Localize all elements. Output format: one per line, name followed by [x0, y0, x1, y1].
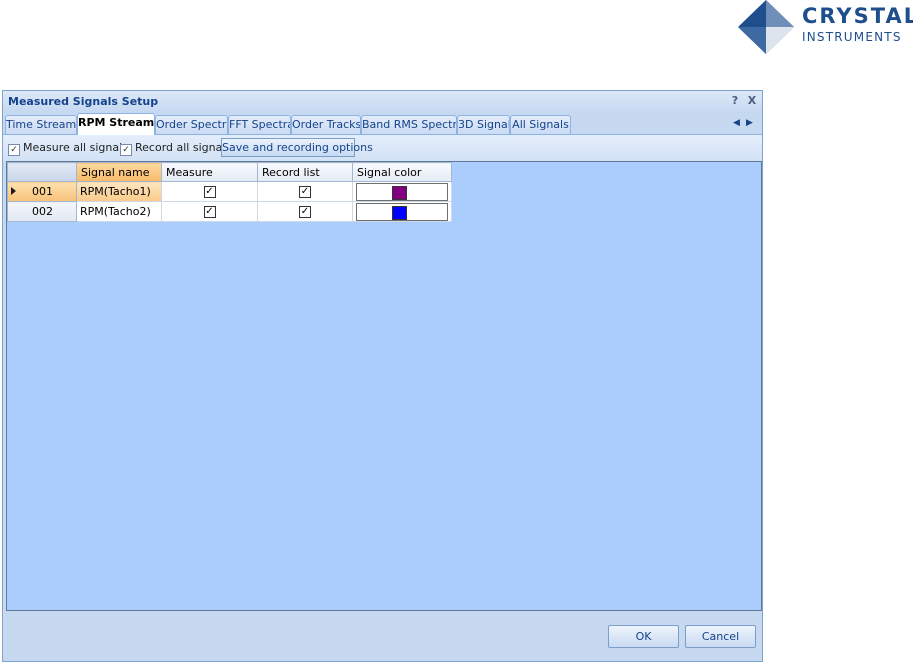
record-checkbox[interactable]: ✓	[299, 205, 311, 218]
tab-order-spectra[interactable]: Order Spectra	[155, 115, 228, 134]
row-index: 002	[32, 205, 53, 218]
record-checkbox[interactable]: ✓	[299, 185, 311, 198]
measure-cell[interactable]: ✓	[161, 201, 258, 222]
table-header-row: Signal name Measure Record list Signal c…	[7, 162, 452, 182]
tab-scroll-left-icon[interactable]: ◀	[733, 118, 740, 128]
row-header[interactable]: 002	[7, 201, 77, 222]
column-header-signal-name[interactable]: Signal name	[76, 162, 162, 182]
measure-all-check-icon[interactable]: ✓	[8, 144, 20, 156]
measure-checkbox[interactable]: ✓	[203, 185, 216, 198]
signal-color-cell[interactable]	[352, 181, 452, 202]
measure-all-label: Measure all signals	[23, 141, 128, 154]
table-row[interactable]: 002 RPM(Tacho2) ✓ ✓	[7, 201, 452, 222]
tab-strip: Time Streams RPM Streams Order Spectra F…	[3, 113, 762, 135]
record-all-check-icon[interactable]: ✓	[120, 144, 132, 156]
tab-time-streams[interactable]: Time Streams	[5, 115, 77, 134]
tab-scroll-right-icon[interactable]: ▶	[746, 118, 753, 128]
logo-text-line1: CRYSTAL	[802, 4, 913, 28]
color-picker-button[interactable]	[356, 182, 448, 201]
measured-signals-dialog: Measured Signals Setup ? X Time Streams …	[2, 90, 763, 662]
tab-all-signals[interactable]: All Signals	[510, 115, 571, 134]
logo-diamond-icon	[738, 0, 794, 54]
signals-toolbar: ✓ Measure all signals ✓ Record all signals…	[3, 134, 762, 161]
tab-rpm-streams[interactable]: RPM Streams	[77, 113, 155, 135]
color-swatch	[392, 185, 407, 200]
help-button[interactable]: ?	[728, 94, 742, 108]
row-index: 001	[32, 185, 53, 198]
column-header-record-list[interactable]: Record list	[257, 162, 353, 182]
table-row[interactable]: 001 RPM(Tacho1) ✓ ✓	[7, 181, 452, 202]
dialog-title: Measured Signals Setup	[8, 95, 159, 108]
signals-grid: Signal name Measure Record list Signal c…	[6, 161, 762, 611]
signal-name-cell[interactable]: RPM(Tacho2)	[76, 201, 162, 222]
ok-button[interactable]: OK	[608, 625, 679, 648]
signal-name-cell[interactable]: RPM(Tacho1)	[76, 181, 162, 202]
logo-text-line2: INSTRUMENTS	[802, 30, 902, 44]
color-picker-button[interactable]	[356, 202, 448, 221]
color-swatch	[392, 205, 407, 220]
page: CRYSTAL INSTRUMENTS Measured Signals Set…	[0, 0, 913, 664]
save-recording-options-button[interactable]: Save and recording options	[221, 138, 373, 157]
grid-corner-header[interactable]	[7, 162, 77, 182]
record-all-label: Record all signals	[135, 141, 232, 154]
tab-order-tracks[interactable]: Order Tracks	[291, 115, 361, 134]
signals-table: Signal name Measure Record list Signal c…	[7, 162, 452, 222]
signal-color-cell[interactable]	[352, 201, 452, 222]
record-all-checkbox[interactable]: ✓ Record all signals	[120, 141, 231, 156]
record-cell[interactable]: ✓	[257, 201, 353, 222]
column-header-signal-color[interactable]: Signal color	[352, 162, 452, 182]
measure-cell[interactable]: ✓	[161, 181, 258, 202]
column-header-measure[interactable]: Measure	[161, 162, 258, 182]
crystal-instruments-logo: CRYSTAL INSTRUMENTS	[738, 0, 913, 54]
record-cell[interactable]: ✓	[257, 181, 353, 202]
measure-all-checkbox[interactable]: ✓ Measure all signals	[8, 141, 128, 156]
dialog-titlebar[interactable]: Measured Signals Setup ? X	[3, 91, 762, 113]
close-button[interactable]: X	[745, 94, 759, 108]
cancel-button[interactable]: Cancel	[685, 625, 756, 648]
measure-checkbox[interactable]: ✓	[203, 205, 216, 218]
tab-3d-signal[interactable]: 3D Signal	[457, 115, 510, 134]
row-header[interactable]: 001	[7, 181, 77, 202]
current-row-arrow-icon	[11, 187, 16, 195]
tab-fft-spectra[interactable]: FFT Spectra	[228, 115, 291, 134]
tab-band-rms-spectra[interactable]: Band RMS Spectra	[361, 115, 457, 134]
